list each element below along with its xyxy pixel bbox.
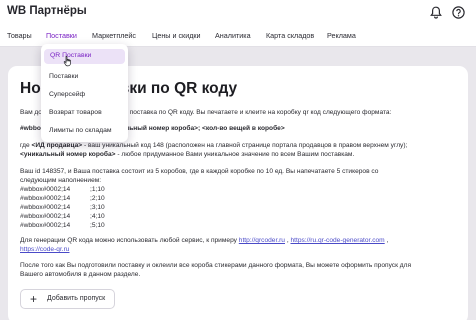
example-text-line-2: следующим наполнением: [20,177,102,184]
link-qrcoder[interactable]: http://qrcoder.ru [239,237,285,244]
bell-icon[interactable] [430,6,442,19]
nav-item-warehouse-map[interactable]: Карта складов [266,31,314,40]
nav-item-analytics[interactable]: Аналитика [215,31,251,40]
dropdown-item-warehouse-limits[interactable]: Лимиты по складам [49,127,112,134]
final-text-line-1: После того как Вы подготовили поставку и… [20,262,412,269]
plus-icon: + [30,292,38,306]
link-code-qr[interactable]: https://code-qr.ru [20,246,69,253]
box-number-description: <уникальный номер короба> - любое придум… [20,151,355,158]
nav-item-prices[interactable]: Цены и скидки [152,31,201,40]
nav-item-ads[interactable]: Реклама [327,31,356,40]
seller-id-description: где <ИД продавца> - ваш уникальный код 1… [20,142,408,149]
add-pass-button-label: Добавить пропуск [47,295,106,302]
nav-item-goods[interactable]: Товары [7,31,32,40]
supplies-dropdown-menu: QR Поставки Поставки Суперсейф Возврат т… [41,44,128,142]
dropdown-item-qr-supplies[interactable]: QR Поставки [44,49,125,64]
code-line: #wbbox#0002;14 ;5;10 [20,222,105,229]
nav-item-supplies[interactable]: Поставки [46,31,77,40]
qr-generator-text-line-2: https://code-qr.ru [20,246,69,255]
help-icon[interactable] [452,6,465,19]
code-line: #wbbox#0002;14 ;1;10 [20,186,105,193]
code-line: #wbbox#0002;14 ;3;10 [20,204,105,211]
link-qr-code-generator[interactable]: https://ru.qr-code-generator.com [290,237,384,244]
add-pass-button[interactable]: + Добавить пропуск [20,289,115,309]
qr-generator-text: Для генерации QR кода можно использовать… [20,237,389,244]
nav-item-marketplace[interactable]: Маркетплейс [92,31,136,40]
hand-cursor-icon [63,55,71,67]
logo[interactable]: WB Партнёры [7,5,87,17]
top-bar: WB Партнёры [0,0,476,25]
dropdown-item-returns[interactable]: Возврат товаров [49,109,102,116]
code-line: #wbbox#0002;14 ;4;10 [20,213,105,220]
dropdown-item-supersafe[interactable]: Суперсейф [49,91,85,98]
final-text-line-2: Вашего автомобиля в данном разделе. [20,271,141,278]
code-line: #wbbox#0002;14 ;2;10 [20,195,105,202]
example-text-line-1: Ваш id 148357, и Ваша поставка состоит и… [20,168,379,175]
dropdown-item-supplies[interactable]: Поставки [49,73,78,80]
